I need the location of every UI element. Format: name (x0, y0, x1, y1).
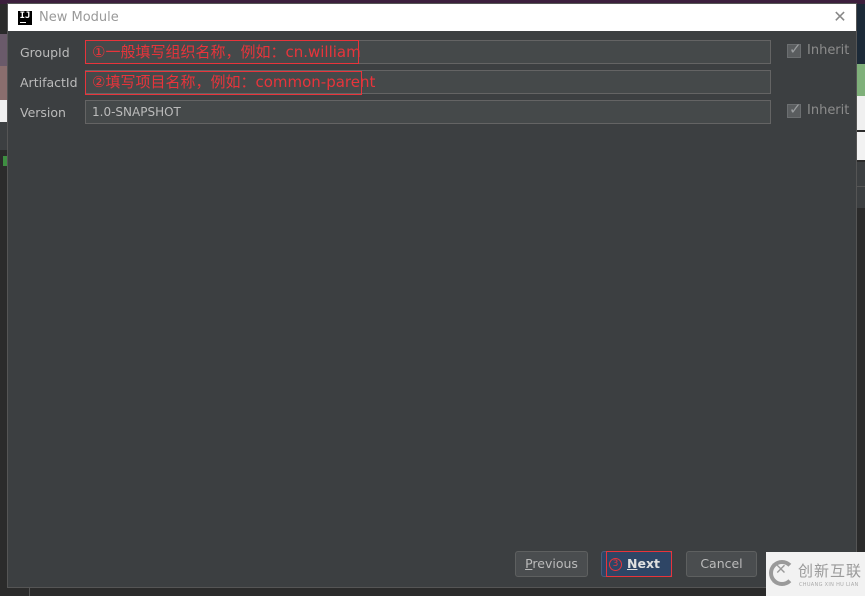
watermark-text: 创新互联 (798, 562, 863, 580)
next-button[interactable]: 3 Next (601, 551, 672, 577)
artifactid-label: ArtifactId (20, 75, 78, 90)
groupid-row: GroupId ①一般填写组织名称，例如：cn.william Inherit (8, 40, 856, 64)
groupid-inherit-checkbox[interactable] (787, 40, 802, 58)
watermark: 创新互联 CHUANG XIN HU LIAN (766, 552, 865, 596)
next-label: ext (637, 556, 660, 571)
close-icon[interactable]: ✕ (832, 9, 848, 25)
previous-button[interactable]: Previous (515, 551, 588, 577)
watermark-logo-icon (769, 560, 795, 586)
version-label: Version (20, 105, 66, 120)
version-inherit-checkbox[interactable] (787, 100, 802, 118)
version-input[interactable]: 1.0-SNAPSHOT (85, 100, 771, 124)
groupid-input[interactable]: ①一般填写组织名称，例如：cn.william (85, 40, 771, 64)
groupid-label: GroupId (20, 45, 70, 60)
previous-label: revious (532, 556, 578, 571)
artifactid-row: ArtifactId ②填写项目名称，例如：common-parent (8, 70, 856, 95)
step-3-marker: 3 (609, 558, 622, 571)
version-inherit[interactable]: Inherit (787, 100, 850, 118)
artifactid-annotation: ②填写项目名称，例如：common-parent (92, 73, 376, 91)
title-bar[interactable]: IJ New Module ✕ (8, 4, 856, 31)
cancel-button[interactable]: Cancel (686, 551, 757, 577)
next-mnemonic: N (627, 556, 638, 571)
cancel-label: Cancel (700, 556, 743, 571)
version-row: Version 1.0-SNAPSHOT Inherit (8, 100, 856, 124)
dialog-title: New Module (39, 10, 119, 25)
new-module-dialog: IJ New Module ✕ GroupId ①一般填写组织名称，例如：cn.… (7, 3, 857, 588)
version-inherit-label: Inherit (807, 103, 850, 118)
artifactid-input[interactable]: ②填写项目名称，例如：common-parent (85, 70, 771, 94)
watermark-subtext: CHUANG XIN HU LIAN (799, 582, 859, 588)
groupid-inherit-label: Inherit (807, 43, 850, 58)
intellij-app-icon: IJ (18, 10, 32, 25)
groupid-inherit[interactable]: Inherit (787, 40, 850, 58)
background-ide-right (857, 4, 865, 596)
groupid-annotation: ①一般填写组织名称，例如：cn.william (92, 43, 361, 61)
